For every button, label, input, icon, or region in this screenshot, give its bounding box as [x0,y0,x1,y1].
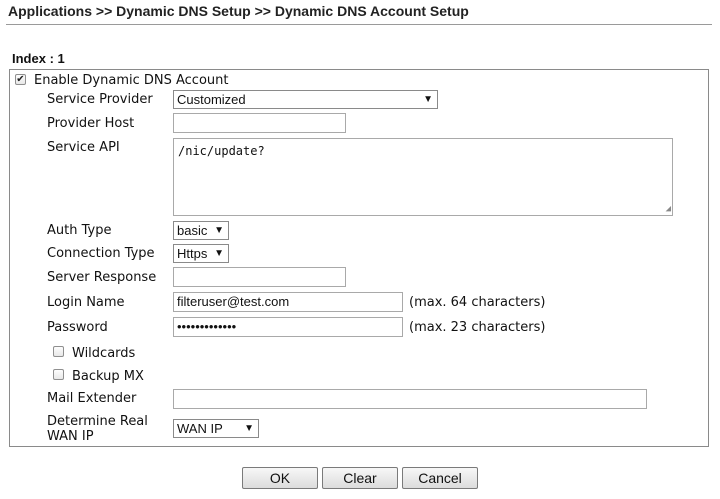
clear-button[interactable]: Clear [322,467,398,489]
wildcards-checkbox[interactable] [53,346,64,357]
wildcards-label: Wildcards [72,346,136,361]
login-name-input[interactable]: filteruser@test.com [173,292,403,312]
login-name-label: Login Name [47,295,125,310]
determine-wan-label: Determine Real WAN IP [47,414,148,444]
backup-mx-checkbox[interactable] [53,369,64,380]
connection-type-label: Connection Type [47,246,155,261]
service-api-textarea[interactable]: /nic/update? ◢ [173,138,673,216]
login-name-hint: (max. 64 characters) [409,295,546,310]
backup-mx-label: Backup MX [72,369,144,384]
service-api-label: Service API [47,140,120,155]
connection-type-select[interactable]: Https ▼ [173,244,229,263]
index-label: Index : 1 [12,51,65,66]
provider-host-label: Provider Host [47,116,135,131]
password-input[interactable]: ••••••••••••• [173,317,403,337]
account-setup-panel: ✔ Enable Dynamic DNS Account Service Pro… [9,69,709,447]
cancel-button[interactable]: Cancel [402,467,478,489]
resize-grip-icon[interactable]: ◢ [666,205,671,214]
determine-wan-select[interactable]: WAN IP ▼ [173,419,259,438]
password-hint: (max. 23 characters) [409,320,546,335]
password-label: Password [47,320,108,335]
chevron-down-icon: ▼ [244,423,254,434]
mail-extender-label: Mail Extender [47,391,137,406]
service-api-value: /nic/update? [178,144,265,158]
service-provider-select[interactable]: Customized ▼ [173,90,438,109]
breadcrumb: Applications >> Dynamic DNS Setup >> Dyn… [8,3,469,19]
server-response-input[interactable] [173,267,346,287]
auth-type-label: Auth Type [47,223,112,238]
auth-type-select[interactable]: basic ▼ [173,221,229,240]
determine-wan-label-line1: Determine Real [47,414,148,429]
enable-ddns-checkbox[interactable]: ✔ [15,74,26,85]
header-divider [6,24,712,25]
ok-button[interactable]: OK [242,467,318,489]
enable-ddns-label: Enable Dynamic DNS Account [34,73,229,88]
check-icon: ✔ [16,74,25,85]
connection-type-value: Https [177,246,208,261]
server-response-label: Server Response [47,270,157,285]
service-provider-label: Service Provider [47,92,153,107]
auth-type-value: basic [177,223,208,238]
chevron-down-icon: ▼ [214,225,224,236]
determine-wan-value: WAN IP [177,421,223,436]
determine-wan-label-line2: WAN IP [47,429,94,444]
provider-host-input[interactable] [173,113,346,133]
service-provider-value: Customized [177,92,246,107]
chevron-down-icon: ▼ [214,248,224,259]
chevron-down-icon: ▼ [423,94,433,105]
mail-extender-input[interactable] [173,389,647,409]
